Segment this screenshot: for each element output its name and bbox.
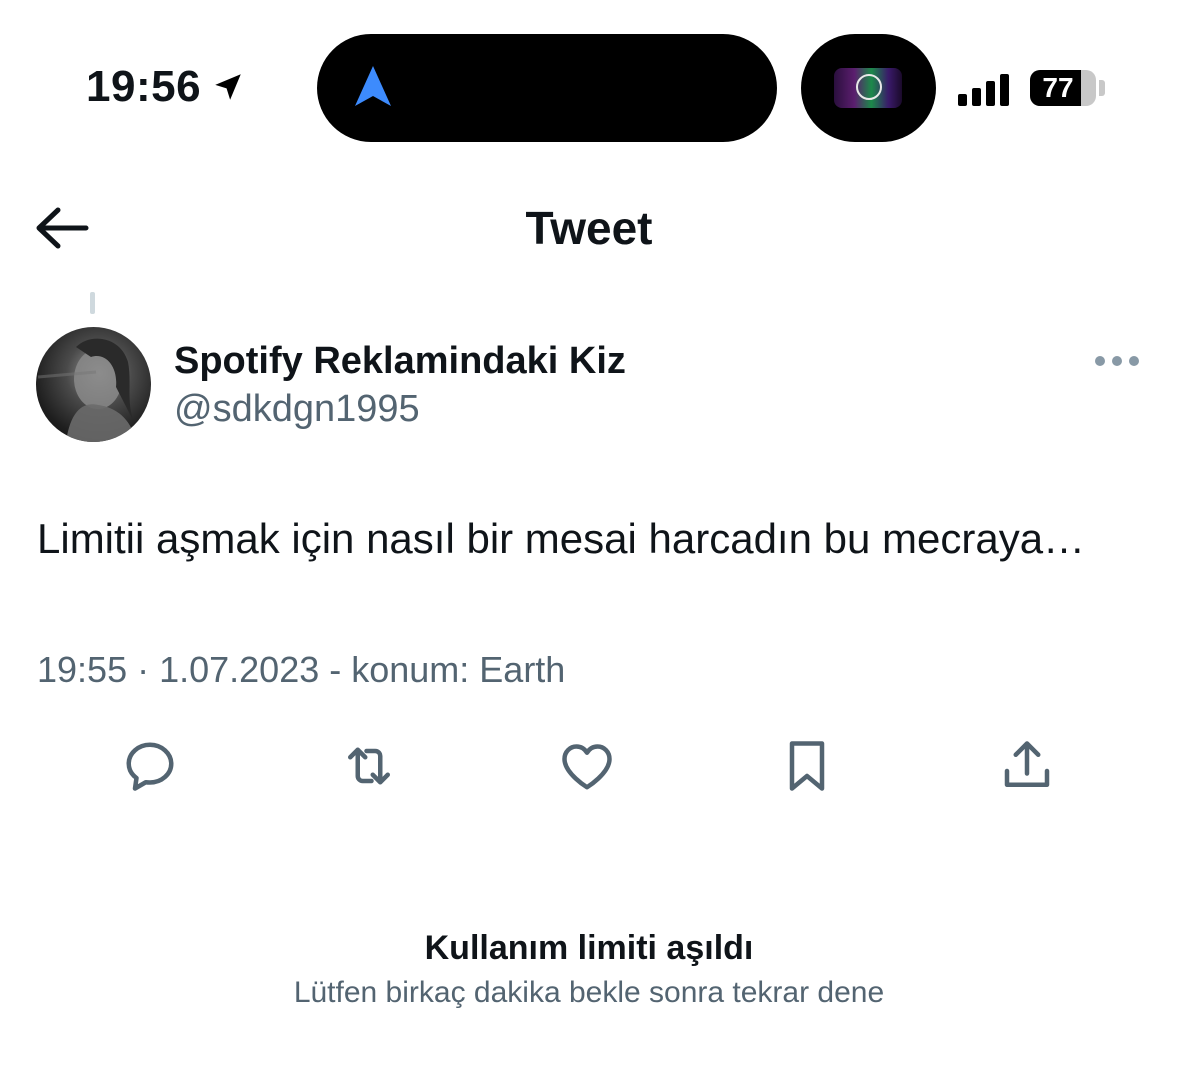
cellular-signal-icon [958,72,1009,106]
avatar[interactable] [36,327,151,442]
tweet-detail-screen: 19:56 77 Tweet Spotify Reklamindaki Kiz … [0,0,1178,1078]
more-dots-icon [1095,356,1139,366]
share-button[interactable] [995,734,1059,798]
more-options-button[interactable] [1092,346,1142,376]
navigation-arrow-icon [352,64,394,113]
battery-icon: 77 [1030,70,1096,106]
like-button[interactable] [555,734,619,798]
reply-button[interactable] [118,734,182,798]
rate-limit-title: Kullanım limiti aşıldı [424,929,754,967]
page-title: Tweet [525,202,653,254]
rate-limit-subtitle: Lütfen birkaç dakika bekle sonra tekrar … [293,976,885,1009]
author-name[interactable]: Spotify Reklamindaki Kiz [174,338,626,384]
bookmark-icon [789,741,825,791]
album-art-thumbnail [834,68,902,108]
status-bar-time: 19:56 [86,62,245,112]
thread-connector-line [90,292,95,314]
reply-icon [126,742,174,791]
avatar-portrait-image [37,338,136,442]
battery-percent: 77 [1042,72,1074,103]
heart-icon [562,744,612,790]
author-handle[interactable]: @sdkdgn1995 [174,386,420,432]
tweet-text: Limitii aşmak için nasıl bir mesai harca… [37,515,1086,562]
bookmark-button[interactable] [775,734,839,798]
status-time-text: 19:56 [86,62,202,111]
retweet-button[interactable] [337,734,401,798]
share-icon [1004,741,1050,787]
retweet-icon [348,747,390,785]
tweet-timestamp-location[interactable]: 19:55 · 1.07.2023 - konum: Earth [37,648,565,692]
battery-nub [1099,80,1105,96]
location-arrow-icon [215,74,241,100]
